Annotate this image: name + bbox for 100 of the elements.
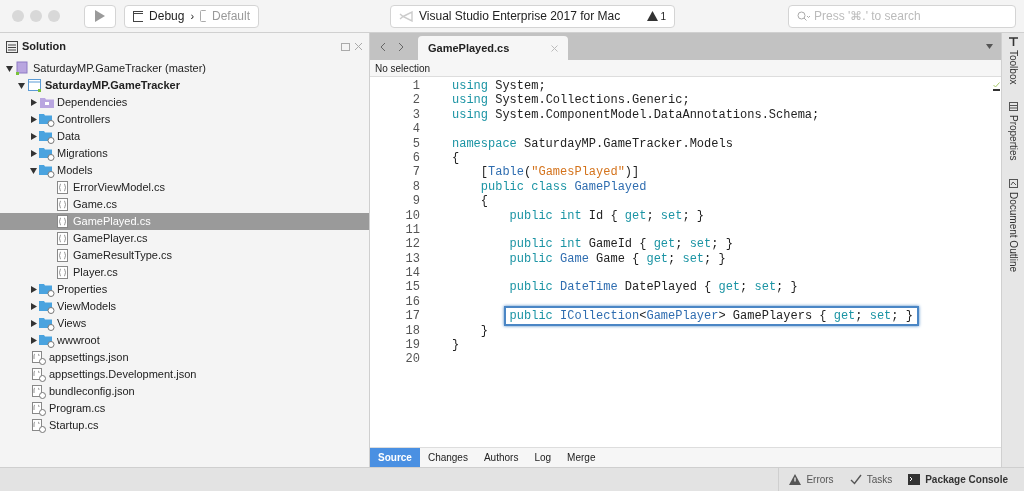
search-input[interactable]: Press '⌘.' to search: [814, 7, 1004, 25]
dropdown-icon[interactable]: [986, 44, 993, 49]
disclosure-triangle-icon[interactable]: [29, 133, 37, 140]
tree-item[interactable]: appsettings.json: [0, 349, 369, 366]
code-line: {: [452, 150, 460, 165]
line-number: 2: [411, 93, 420, 108]
tree-item[interactable]: Dependencies: [0, 94, 369, 111]
side-pad-tab[interactable]: Properties: [1005, 115, 1021, 162]
tree-item[interactable]: SaturdayMP.GameTracker: [0, 77, 369, 94]
tree-item[interactable]: Game.cs: [0, 196, 369, 213]
line-number: 4: [411, 122, 420, 137]
code-file-icon: [55, 248, 71, 263]
tree-item[interactable]: bundleconfig.json: [0, 383, 369, 400]
tree-item[interactable]: Data: [0, 128, 369, 145]
file-icon: [31, 401, 47, 416]
code-line: public Game Game { get; set; }: [508, 251, 726, 266]
disclosure-triangle-icon[interactable]: [29, 337, 37, 344]
status-bar-button[interactable]: Errors: [789, 472, 834, 487]
window-icon: [133, 10, 144, 22]
tree-item[interactable]: wwwroot: [0, 332, 369, 349]
line-number: 5: [411, 136, 420, 151]
solution-icon: [15, 61, 31, 76]
view-tab[interactable]: Merge: [559, 448, 604, 467]
code-line: public DateTime DatePlayed { get; set; }: [508, 280, 798, 295]
line-number: 17: [404, 309, 420, 324]
item-label: SaturdayMP.GameTracker: [45, 78, 180, 94]
device-icon: [200, 10, 206, 22]
file-icon: [31, 367, 47, 382]
folder-icon: [39, 316, 55, 331]
separator-chevron: ›: [190, 8, 195, 24]
code-file-icon: [55, 231, 71, 246]
tree-item[interactable]: SaturdayMP.GameTracker (master): [0, 60, 369, 77]
disclosure-triangle-icon[interactable]: [29, 320, 37, 327]
view-tab[interactable]: Log: [526, 448, 560, 467]
code-line: }: [479, 323, 488, 338]
line-number: 10: [404, 208, 420, 223]
code-line: public int GameId { get; set; }: [508, 237, 733, 252]
side-pad-tab[interactable]: Document Outline: [1005, 192, 1021, 273]
code-editor[interactable]: [370, 77, 1001, 447]
line-number: 7: [411, 165, 420, 180]
tree-item[interactable]: Models: [0, 162, 369, 179]
tree-item[interactable]: appsettings.Development.json: [0, 366, 369, 383]
code-line: using System;: [452, 79, 546, 93]
tree-item[interactable]: Migrations: [0, 145, 369, 162]
device-label: Default: [211, 8, 250, 25]
code-line: public ICollection<GamePlayer> GamePlayers { get; set; }: [509, 309, 913, 324]
tree-item[interactable]: Program.cs: [0, 400, 369, 417]
view-tab[interactable]: Changes: [419, 448, 476, 467]
tree-item[interactable]: Player.cs: [0, 264, 369, 281]
status-bar-button[interactable]: Tasks: [849, 472, 893, 487]
tree-item[interactable]: Controllers: [0, 111, 369, 128]
disclosure-triangle-icon[interactable]: [29, 286, 37, 293]
text-tool-icon: [1008, 37, 1018, 47]
code-line: [Table("GamesPlayed")]: [479, 165, 640, 180]
line-number: 8: [411, 179, 420, 195]
disclosure-triangle-icon[interactable]: [29, 303, 37, 310]
tree-item[interactable]: GamePlayer.cs: [0, 230, 369, 247]
tree-item[interactable]: ErrorViewModel.cs: [0, 179, 369, 196]
project-icon: [27, 78, 43, 93]
file-icon: [31, 384, 47, 399]
folder-icon: [39, 333, 55, 348]
tree-item[interactable]: Startup.cs: [0, 417, 369, 434]
disclosure-triangle-icon[interactable]: [29, 150, 37, 157]
status-bar-button[interactable]: Package Console: [908, 472, 1008, 487]
disclosure-triangle-icon[interactable]: [17, 82, 25, 89]
tree-item[interactable]: GameResultType.cs: [0, 247, 369, 264]
folder-icon: [39, 282, 55, 297]
visual-studio-logo-icon: [399, 10, 413, 22]
code-line: using System.ComponentModel.DataAnnotations.Schema;: [452, 107, 820, 122]
checkmark-icon: [992, 82, 1000, 88]
terminal-icon: [908, 474, 921, 485]
outline-icon: [1008, 179, 1018, 190]
code-file-icon: [55, 197, 71, 212]
disclosure-triangle-icon[interactable]: [5, 65, 13, 72]
pad-title: Solution: [22, 39, 66, 55]
tree-item[interactable]: ViewModels: [0, 298, 369, 315]
line-number: 20: [404, 352, 420, 367]
line-number: 15: [404, 280, 420, 295]
disclosure-triangle-icon[interactable]: [29, 167, 37, 174]
tree-item[interactable]: Views: [0, 315, 369, 332]
view-tab[interactable]: Authors: [475, 448, 527, 467]
folder-icon: [39, 112, 55, 127]
code-line: public class GamePlayed: [479, 179, 647, 194]
line-number: 9: [411, 194, 420, 209]
folder-icon: [39, 299, 55, 314]
line-number: 6: [411, 150, 420, 166]
code-file-icon: [55, 265, 71, 280]
back-icon[interactable]: [380, 41, 386, 52]
configuration-selector[interactable]: Debug › Default: [124, 4, 259, 28]
disclosure-triangle-icon[interactable]: [29, 99, 37, 106]
search-field[interactable]: Press '⌘.' to search: [788, 4, 1016, 28]
editor-tab[interactable]: GamePlayed.cs: [418, 36, 568, 60]
disclosure-triangle-icon[interactable]: [29, 116, 37, 123]
tree-item[interactable]: Properties: [0, 281, 369, 298]
run-button[interactable]: [84, 4, 116, 28]
line-number: 12: [404, 237, 420, 252]
forward-icon[interactable]: [398, 41, 404, 52]
scroll-marker: [992, 89, 1000, 91]
line-number: 11: [404, 222, 420, 238]
side-pad-tab[interactable]: Toolbox: [1005, 50, 1021, 85]
